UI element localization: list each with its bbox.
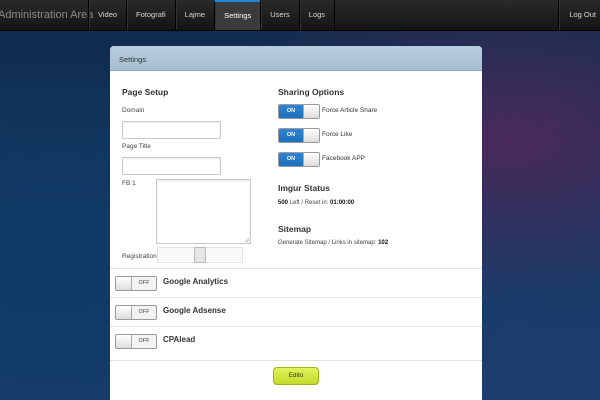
domain-label: Domain [122, 107, 145, 114]
toggle-on-label: ON [279, 105, 303, 118]
toggle-knob [303, 105, 319, 118]
cpalead-row: OFF CPAlead [110, 326, 482, 356]
imgur-status-text: 500 Left / Reset in: 01:00:00 [278, 200, 354, 206]
toggle-off-label: OFF [138, 338, 150, 344]
facebook-app-label: Facebook APP [322, 155, 365, 162]
registration-slider[interactable] [157, 247, 243, 263]
google-adsense-title: Google Adsense [163, 306, 226, 315]
fb-textarea[interactable] [156, 179, 251, 244]
nav-item-video[interactable]: Video [88, 0, 126, 30]
force-like-toggle[interactable]: ON [278, 128, 320, 143]
toggle-on-label: ON [279, 129, 303, 142]
sharing-options-title: Sharing Options [278, 87, 345, 97]
google-analytics-toggle[interactable]: OFF [115, 276, 157, 291]
nav-item-logs[interactable]: Logs [298, 0, 336, 30]
top-navbar: Administration Area Video Fotografi Lajm… [0, 0, 600, 31]
imgur-left-count: 500 [278, 200, 289, 206]
resize-grip-icon[interactable] [244, 237, 249, 242]
panel-title: Settings [110, 46, 482, 71]
toggle-knob [116, 277, 132, 290]
sitemap-links-count: 102 [378, 240, 389, 246]
toggle-on-label: ON [279, 153, 303, 166]
google-analytics-title: Google Analytics [163, 277, 229, 286]
google-adsense-toggle[interactable]: OFF [115, 305, 157, 320]
page-title-label: Page Title [122, 143, 151, 150]
google-adsense-row: OFF Google Adsense [110, 297, 482, 327]
google-analytics-row: OFF Google Analytics [110, 268, 482, 298]
nav-item-lajme[interactable]: Lajme [174, 0, 214, 30]
toggle-off-label: OFF [138, 309, 150, 315]
sitemap-text: Generate Sitemap / Links in sitemap: 102 [278, 240, 388, 246]
domain-input[interactable] [122, 121, 221, 139]
force-article-share-label: Force Article Share [322, 107, 378, 114]
force-article-share-toggle[interactable]: ON [278, 104, 320, 119]
facebook-app-toggle[interactable]: ON [278, 152, 320, 167]
toggle-knob [116, 306, 132, 319]
sitemap-title: Sitemap [278, 224, 312, 234]
slider-handle[interactable] [194, 247, 206, 263]
toggle-knob [303, 153, 319, 166]
imgur-status-title: Imgur Status [278, 183, 330, 193]
cpalead-title: CPAlead [163, 335, 196, 344]
generate-sitemap-link[interactable]: Generate Sitemap [278, 240, 327, 246]
brand-title[interactable]: Administration Area [0, 0, 93, 30]
toggle-off-label: OFF [138, 280, 150, 286]
page-title-input[interactable] [122, 157, 221, 175]
sitemap-links-text: / Links in sitemap: [328, 240, 377, 246]
force-like-label: Force Like [322, 131, 353, 138]
page-setup-title: Page Setup [122, 87, 169, 97]
settings-panel: Settings Page Setup Domain Page Title FB… [110, 46, 482, 400]
nav-item-settings[interactable]: Settings [214, 0, 261, 30]
imgur-left-text: Left / Reset in: [289, 200, 329, 206]
logout-link[interactable]: Log Out [558, 0, 600, 30]
cpalead-toggle[interactable]: OFF [115, 334, 157, 349]
imgur-reset-time: 01:00:00 [330, 200, 355, 206]
nav-item-fotografi[interactable]: Fotografi [126, 0, 175, 30]
edit-button[interactable]: Edito [273, 367, 319, 385]
main-nav: Video Fotografi Lajme Settings Users Log… [88, 0, 336, 30]
toggle-knob [116, 335, 132, 348]
footer-divider [110, 360, 482, 361]
nav-item-users[interactable]: Users [260, 0, 299, 30]
toggle-knob [303, 129, 319, 142]
fb-label: FB 1 [122, 180, 136, 187]
registration-label: Registration [122, 253, 157, 260]
